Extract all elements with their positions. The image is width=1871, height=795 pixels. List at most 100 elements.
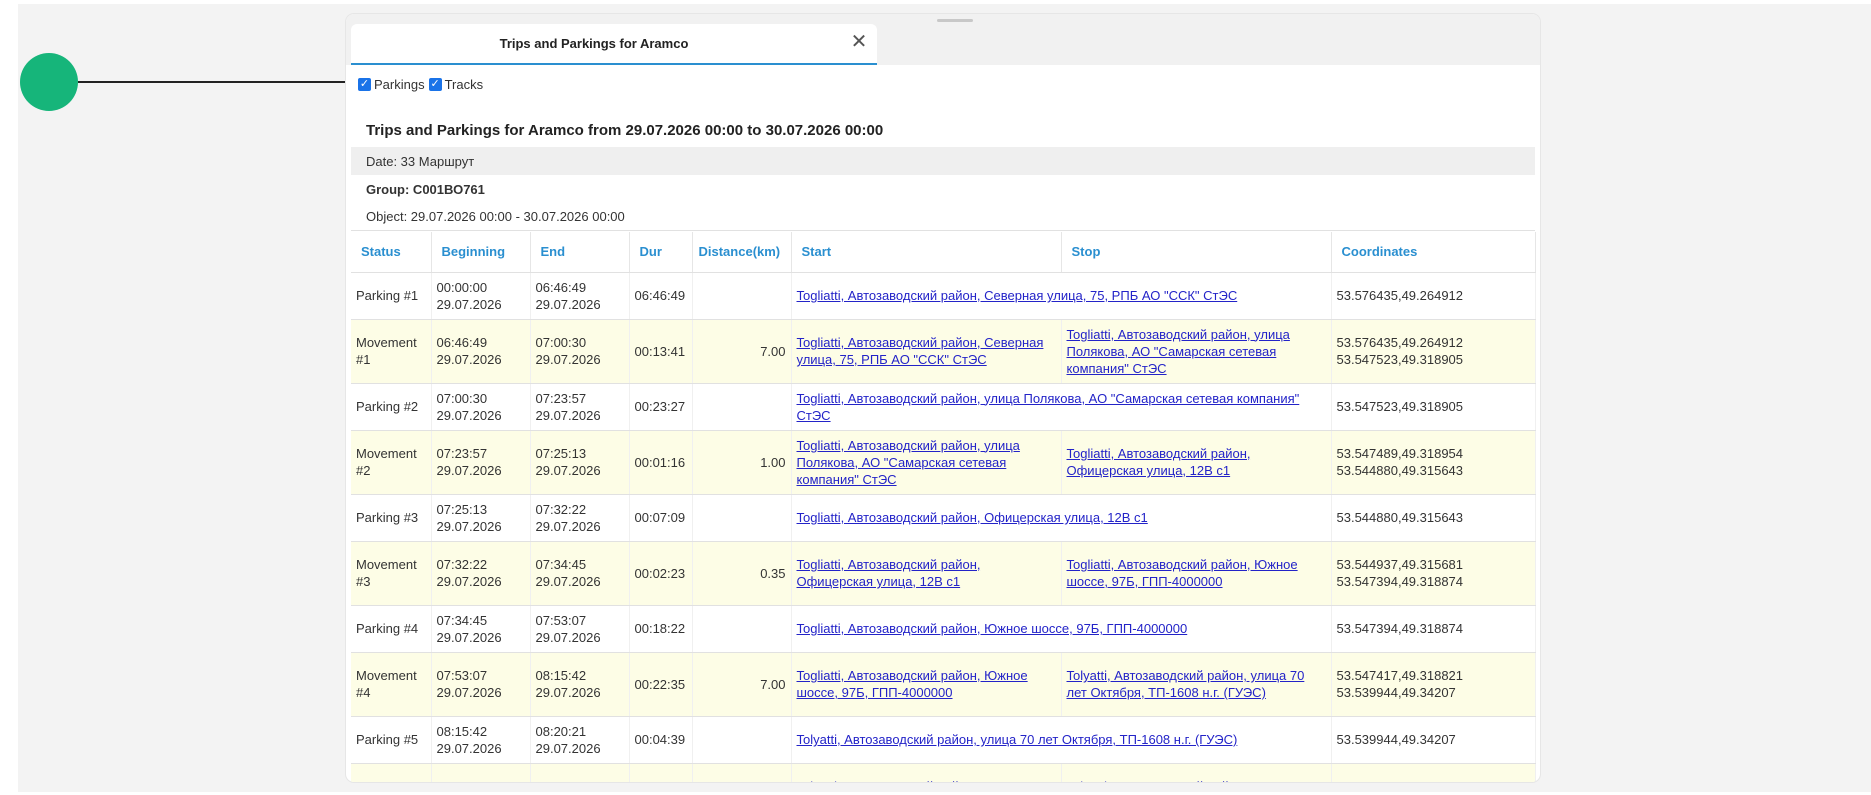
cell-address: Togliatti, Автозаводский район, Северная… [791, 272, 1332, 320]
cell-status: Movement #2 [351, 430, 432, 495]
cell-end: 08:20:21 29.07.2026 [530, 716, 630, 764]
coordinates-start: 53.547417,49.318821 [1336, 668, 1464, 683]
cell-distance [692, 716, 792, 764]
coordinates-start: 53.547489,49.318954 [1336, 446, 1464, 461]
status-text: Movement #1 [356, 335, 417, 367]
begin-time: 07:25:13 [436, 501, 488, 517]
trips-table: Status Beginning End Dur Distance(km) St… [351, 232, 1536, 782]
cell-beginning: 07:25:13 29.07.2026 [431, 494, 531, 542]
layer-toggles: ✓ Parkings ✓ Tracks [358, 74, 483, 94]
address-link[interactable]: Togliatti, Автозаводский район, улица По… [797, 391, 1300, 423]
tab-bar: Trips and Parkings for Aramco ✕ [346, 14, 1540, 65]
begin-time: 06:46:49 [436, 335, 488, 350]
cell-dur: 00:22:35 [629, 652, 693, 717]
table-row: Movement #3 07:32:22 29.07.2026 07:34:45 29.… [351, 541, 1536, 606]
cell-end: 07:53:07 29.07.2026 [530, 605, 630, 653]
cell-status: Movement #1 [351, 319, 432, 384]
cell-dur: 00:13:41 [629, 319, 693, 384]
cell-dur: 00:23:26 [629, 763, 693, 782]
cell-address: Tolyatti, Автозаводский район, улица 70 … [791, 716, 1332, 764]
coordinates-start: 53.576435,49.264912 [1336, 288, 1464, 303]
stop-address-link[interactable]: Togliatti, Автозаводский район, улица По… [1067, 327, 1290, 376]
parkings-toggle[interactable]: ✓ Parkings [358, 77, 425, 92]
tracks-toggle[interactable]: ✓ Tracks [428, 76, 484, 92]
end-time: 08:43:47 [536, 779, 587, 782]
col-header-dur[interactable]: Dur [629, 232, 693, 273]
table-row: Movement #4 07:53:07 29.07.2026 08:15:42 29.… [351, 652, 1536, 717]
start-address-link[interactable]: Togliatti, Автозаводский район, улица По… [797, 438, 1020, 487]
cell-status: Parking #5 [351, 716, 432, 764]
cell-coordinates: 53.547489,49.318954 53.544880,49.315643 [1331, 430, 1536, 495]
tracks-label: Tracks [444, 76, 484, 92]
cell-dur: 00:04:39 [629, 716, 693, 764]
cell-dur: 00:01:16 [629, 430, 693, 495]
stop-address-link[interactable]: Togliatti, Автозаводский район, Южное шо… [1067, 557, 1298, 589]
col-header-coordinates[interactable]: Coordinates [1331, 232, 1536, 273]
start-address-link[interactable]: Togliatti, Автозаводский район, Южное шо… [797, 668, 1028, 700]
close-icon[interactable]: ✕ [847, 30, 871, 54]
start-address-link[interactable]: Tolyatti, Автозаводский район, улица 70 … [797, 779, 1035, 782]
cell-address: Togliatti, Автозаводский район, Офицерск… [791, 494, 1332, 542]
distance: 7.00 [760, 343, 786, 359]
col-header-start[interactable]: Start [791, 232, 1062, 273]
end-time: 07:00:30 [535, 335, 587, 350]
status-text: Parking #4 [356, 621, 419, 636]
address-link[interactable]: Togliatti, Автозаводский район, Северная… [797, 288, 1238, 303]
begin-time: 08:15:42 [436, 723, 488, 739]
stop-address-link[interactable]: Tolyatti, Автозаводский район, улица 70 … [1067, 668, 1305, 700]
status-text: Parking #3 [356, 510, 419, 525]
cell-beginning: 08:20:2129.07.2026 [431, 763, 531, 782]
col-header-status[interactable]: Status [351, 232, 432, 273]
duration: 00:23:27 [634, 399, 686, 414]
table-row: Parking #3 07:25:13 29.07.2026 07:32:22 29.0… [351, 494, 1536, 542]
cell-stop: Togliatti, Автозаводский район, Офицерск… [1061, 430, 1332, 495]
tab-report[interactable]: Trips and Parkings for Aramco ✕ [351, 24, 877, 65]
start-address-link[interactable]: Togliatti, Автозаводский район, Офицерск… [797, 557, 981, 589]
begin-time: 07:53:07 [436, 668, 488, 683]
status-text: Parking #1 [356, 288, 419, 303]
begin-time: 00:00:00 [436, 279, 488, 295]
table-row: Movement #1 06:46:49 29.07.2026 07:00:30 29.… [351, 319, 1536, 384]
stop-address-link[interactable]: Tolyatti, Автозаводский район, Борковска… [1067, 779, 1321, 782]
tracks-checkbox[interactable]: ✓ [428, 77, 442, 91]
cell-coordinates: 53.576435,49.264912 [1331, 272, 1536, 320]
cell-stop: Tolyatti, Автозаводский район, Борковска… [1061, 763, 1332, 782]
col-header-end[interactable]: End [530, 232, 630, 273]
cell-distance [692, 494, 792, 542]
cell-end: 07:23:57 29.07.2026 [530, 383, 630, 431]
address-link[interactable]: Togliatti, Автозаводский район, Южное шо… [797, 621, 1188, 636]
cell-coordinates: 53.576435,49.264912 53.547523,49.318905 [1331, 319, 1536, 384]
cell-distance: 7.00 [692, 652, 792, 717]
drag-handle[interactable] [937, 19, 973, 22]
group-line: Group: С001ВО761 [366, 181, 485, 197]
cell-coordinates: 53.544880,49.315643 [1331, 494, 1536, 542]
begin-date: 29.07.2026 [436, 407, 502, 423]
col-header-beginning[interactable]: Beginning [431, 232, 531, 273]
table-row: Movement #5 08:20:2129.07.202608:43:4729.… [351, 763, 1536, 782]
cell-beginning: 00:00:00 29.07.2026 [431, 272, 531, 320]
start-address-link[interactable]: Togliatti, Автозаводский район, Северная… [797, 335, 1044, 367]
col-header-distance[interactable]: Distance(km) [692, 232, 792, 273]
duration: 06:46:49 [634, 288, 686, 303]
cell-start: Tolyatti, Автозаводский район, улица 70 … [791, 763, 1062, 782]
begin-date: 29.07.2026 [436, 685, 502, 700]
end-time: 07:23:57 [535, 390, 587, 406]
cell-status: Parking #1 [351, 272, 432, 320]
address-link[interactable]: Tolyatti, Автозаводский район, улица 70 … [797, 732, 1238, 747]
coordinates-start: 53.547523,49.318905 [1336, 399, 1464, 414]
duration: 00:02:23 [634, 565, 686, 581]
cell-start: Togliatti, Автозаводский район, Южное шо… [791, 652, 1062, 717]
cell-end: 07:34:45 29.07.2026 [530, 541, 630, 606]
duration: 00:04:39 [634, 732, 686, 747]
parkings-checkbox[interactable]: ✓ [358, 77, 371, 91]
report-window: Trips and Parkings for Aramco ✕ ✓ Parkin… [346, 14, 1540, 782]
col-header-stop[interactable]: Stop [1061, 232, 1332, 273]
cell-address: Togliatti, Автозаводский район, улица По… [791, 383, 1332, 431]
address-link[interactable]: Togliatti, Автозаводский район, Офицерск… [797, 510, 1148, 525]
cell-end: 07:25:13 29.07.2026 [530, 430, 630, 495]
cell-status: Parking #4 [351, 605, 432, 653]
end-date: 29.07.2026 [535, 574, 601, 589]
stop-address-link[interactable]: Togliatti, Автозаводский район, Офицерск… [1067, 446, 1251, 478]
begin-date: 29.07.2026 [436, 463, 502, 478]
coordinates-start: 53.539944,49.34207 [1336, 732, 1456, 747]
